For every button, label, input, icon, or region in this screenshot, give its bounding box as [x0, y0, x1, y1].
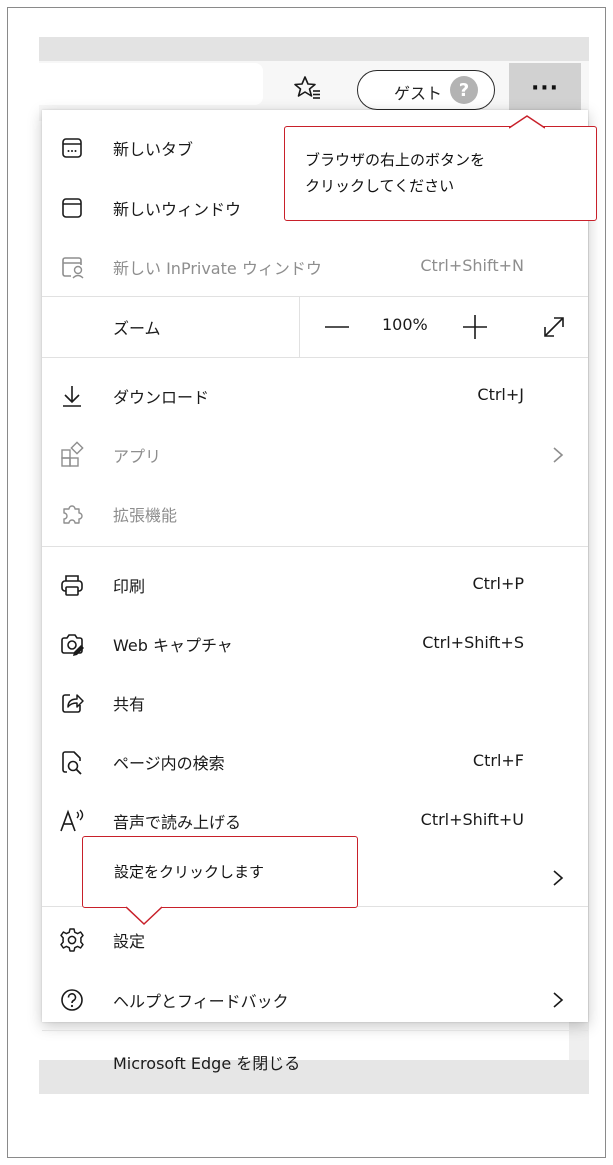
- menu-item-label: 新しい InPrivate ウィンドウ: [113, 259, 322, 278]
- shortcut-text: Ctrl+Shift+S: [422, 633, 524, 652]
- address-bar[interactable]: [39, 63, 263, 105]
- zoom-level: 100%: [382, 315, 428, 334]
- shortcut-text: Ctrl+J: [477, 385, 524, 404]
- menu-item-label: 音声で読み上げる: [113, 813, 242, 832]
- find-on-page-icon: [58, 748, 86, 776]
- expand-icon: [544, 317, 564, 337]
- menu-item-label: ヘルプとフィードバック: [113, 992, 289, 1011]
- chevron-right-icon: [553, 870, 564, 886]
- shortcut-text: Ctrl+F: [472, 751, 524, 770]
- inprivate-window-icon: [58, 253, 86, 281]
- extensions-puzzle-icon: [58, 500, 86, 528]
- menu-item-settings[interactable]: 設定: [42, 910, 588, 970]
- callout-text: 設定をクリックします: [114, 863, 265, 881]
- guest-avatar-icon: ?: [450, 76, 478, 104]
- menu-item-label: 新しいウィンドウ: [113, 200, 242, 219]
- menu-item-help-and-feedback[interactable]: ヘルプとフィードバック: [42, 970, 588, 1030]
- apps-icon: [58, 441, 86, 469]
- printer-icon: [58, 571, 86, 599]
- chevron-right-icon: [553, 447, 564, 463]
- chevron-right-icon: [553, 992, 564, 1008]
- menu-divider: [42, 546, 588, 547]
- full-screen-button[interactable]: [538, 311, 570, 343]
- menu-item-label: アプリ: [113, 447, 162, 466]
- new-tab-icon: [58, 134, 86, 162]
- share-icon: [58, 689, 86, 717]
- menu-item-close-edge[interactable]: Microsoft Edge を閉じる: [42, 1032, 588, 1092]
- zoom-row: ズーム 100%: [42, 297, 588, 357]
- tab-strip: [39, 37, 589, 61]
- menu-item-print[interactable]: 印刷 Ctrl+P: [42, 555, 588, 615]
- zoom-in-button[interactable]: [458, 310, 492, 344]
- profile-label: ゲスト: [394, 84, 443, 103]
- menu-divider: [42, 1030, 588, 1031]
- zoom-label: ズーム: [113, 319, 161, 338]
- menu-item-share[interactable]: 共有: [42, 673, 588, 733]
- read-aloud-icon: [58, 807, 86, 835]
- menu-item-label: ダウンロード: [113, 388, 210, 407]
- menu-item-label: Microsoft Edge を閉じる: [113, 1054, 301, 1073]
- menu-item-label: 印刷: [113, 577, 146, 596]
- menu-item-label: 共有: [113, 695, 146, 714]
- profile-button[interactable]: ゲスト ?: [357, 70, 495, 110]
- minus-icon: [325, 326, 349, 328]
- menu-item-web-capture[interactable]: Web キャプチャ Ctrl+Shift+S: [42, 614, 588, 674]
- settings-and-more-button[interactable]: ···: [509, 63, 581, 113]
- menu-item-label: 設定: [113, 932, 146, 951]
- new-window-icon: [58, 194, 86, 222]
- menu-item-label: Web キャプチャ: [113, 636, 233, 655]
- web-capture-icon: [58, 630, 86, 658]
- plus-icon: [463, 315, 487, 339]
- shortcut-text: Ctrl+Shift+N: [420, 256, 524, 275]
- download-icon: [58, 382, 86, 410]
- zoom-divider: [299, 297, 300, 357]
- menu-item-find-on-page[interactable]: ページ内の検索 Ctrl+F: [42, 732, 588, 792]
- menu-item-label: 拡張機能: [113, 506, 178, 525]
- menu-item-label: 新しいタブ: [113, 140, 194, 159]
- help-icon: [58, 986, 86, 1014]
- callout-top-pointer: [509, 115, 545, 129]
- menu-item-apps[interactable]: アプリ: [42, 425, 588, 485]
- favorites-button[interactable]: [292, 73, 322, 103]
- shortcut-text: Ctrl+Shift+U: [420, 810, 524, 829]
- favorites-star-icon: [294, 76, 320, 99]
- menu-item-downloads[interactable]: ダウンロード Ctrl+J: [42, 366, 588, 426]
- zoom-out-button[interactable]: [320, 312, 354, 342]
- menu-item-extensions[interactable]: 拡張機能: [42, 484, 588, 544]
- menu-divider: [42, 357, 588, 358]
- instruction-callout-top: ブラウザの右上のボタンを クリックしてください: [284, 126, 597, 221]
- gear-icon: [58, 926, 86, 954]
- menu-item-label: ページ内の検索: [113, 754, 225, 773]
- more-icon: ···: [530, 75, 560, 101]
- menu-item-new-inprivate-window[interactable]: 新しい InPrivate ウィンドウ Ctrl+Shift+N: [42, 237, 588, 297]
- instruction-callout-settings: 設定をクリックします: [82, 836, 358, 908]
- shortcut-text: Ctrl+P: [472, 574, 524, 593]
- callout-settings-pointer: [126, 906, 162, 926]
- callout-text-line1: ブラウザの右上のボタンを: [305, 151, 486, 169]
- callout-text-line2: クリックしてください: [305, 177, 455, 195]
